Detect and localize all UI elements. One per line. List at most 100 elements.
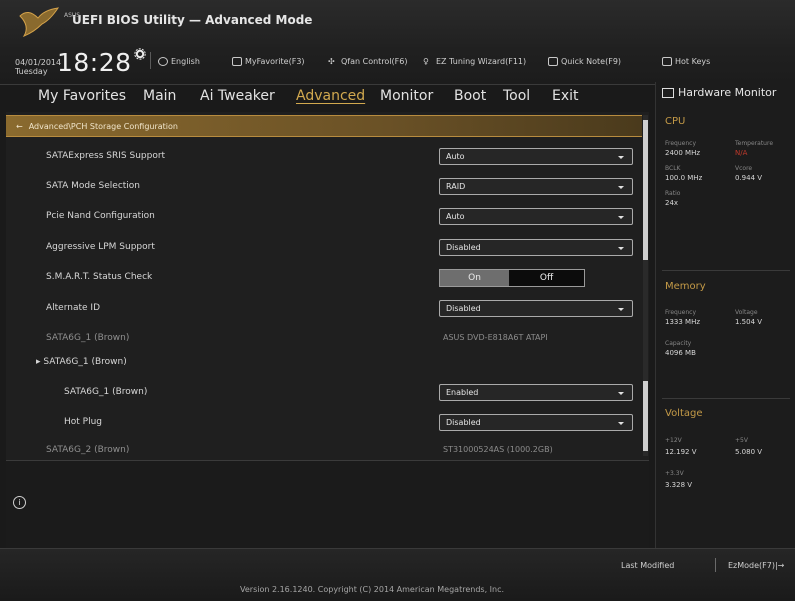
select-value: Auto bbox=[446, 152, 465, 161]
device-info: ST31000524AS (1000.2GB) bbox=[443, 445, 553, 454]
cpu-frequency: 2400 MHz bbox=[665, 149, 701, 157]
tab-main[interactable]: Main bbox=[143, 88, 176, 104]
setting-label: SATA6G_2 (Brown) bbox=[46, 445, 130, 455]
gear-icon[interactable] bbox=[134, 48, 146, 60]
expander-label[interactable]: ▸ SATA6G_1 (Brown) bbox=[36, 357, 127, 367]
setting-label: SATAExpress SRIS Support bbox=[46, 151, 166, 161]
rog-logo-icon bbox=[19, 7, 60, 38]
language-label: English bbox=[171, 56, 200, 66]
globe-icon bbox=[158, 56, 168, 66]
cpu-ratio: 24x bbox=[665, 199, 679, 207]
memory-frequency: 1333 MHz bbox=[665, 318, 701, 326]
myfavorite-button[interactable]: MyFavorite(F3) bbox=[232, 55, 305, 67]
chevron-down-icon bbox=[618, 308, 624, 311]
setting-row[interactable]: ▸ SATA6G_1 (Brown) bbox=[6, 348, 642, 378]
note-icon bbox=[548, 56, 558, 66]
sataexpress-sris-select[interactable]: Auto bbox=[439, 148, 633, 165]
hot-keys-label: Hot Keys bbox=[675, 56, 711, 66]
ezmode-button[interactable]: EzMode(F7)|→ bbox=[728, 561, 784, 570]
smart-status-toggle[interactable]: On Off bbox=[439, 269, 585, 287]
qfan-control-button[interactable]: ✣ Qfan Control(F6) bbox=[328, 55, 407, 67]
tab-my-favorites[interactable]: My Favorites bbox=[38, 88, 126, 104]
select-value: Disabled bbox=[446, 243, 481, 252]
date-text: 04/01/2014 bbox=[15, 58, 62, 67]
last-modified-button[interactable]: Last Modified bbox=[621, 561, 674, 570]
clock: 18:28 bbox=[57, 48, 132, 77]
app-title-text: UEFI BIOS Utility — Advanced Mode bbox=[72, 13, 313, 27]
cpu-bclk: 100.0 MHz bbox=[665, 174, 703, 182]
tab-ai-tweaker[interactable]: Ai Tweaker bbox=[200, 88, 275, 104]
setting-label: Alternate ID bbox=[46, 303, 100, 313]
date-display: 04/01/2014 Tuesday bbox=[15, 58, 61, 76]
header-divider bbox=[150, 52, 151, 69]
monitor-icon bbox=[662, 87, 674, 98]
tab-monitor[interactable]: Monitor bbox=[380, 88, 433, 104]
toggle-on-option[interactable]: On bbox=[440, 270, 510, 286]
setting-row: Aggressive LPM Support Disabled bbox=[6, 233, 642, 263]
expander-text: SATA6G_1 (Brown) bbox=[43, 357, 127, 367]
hw-label: Frequency bbox=[665, 140, 696, 147]
breadcrumb-text: Advanced\PCH Storage Configuration bbox=[28, 121, 178, 131]
quick-note-button[interactable]: Quick Note(F9) bbox=[548, 55, 621, 67]
setting-label: SATA6G_1 (Brown) bbox=[64, 387, 148, 397]
tab-tool[interactable]: Tool bbox=[503, 88, 530, 104]
pcie-nand-select[interactable]: Auto bbox=[439, 208, 633, 225]
memory-voltage: 1.504 V bbox=[735, 318, 763, 326]
divider bbox=[662, 270, 790, 271]
hw-label: +5V bbox=[735, 437, 748, 444]
favorite-icon bbox=[232, 56, 242, 66]
setting-row: Pcie Nand Configuration Auto bbox=[6, 202, 642, 232]
setting-label: SATA6G_1 (Brown) bbox=[46, 333, 130, 343]
app-title: ASUS UEFI BIOS Utility — Advanced Mode bbox=[64, 12, 313, 27]
setting-row: SATA Mode Selection RAID bbox=[6, 172, 642, 202]
hot-keys-button[interactable]: Hot Keys bbox=[662, 55, 710, 67]
hw-title-text: Hardware Monitor bbox=[678, 86, 777, 99]
setting-label: Pcie Nand Configuration bbox=[46, 211, 155, 221]
scrollbar[interactable] bbox=[643, 115, 648, 456]
info-icon: i bbox=[13, 496, 26, 509]
hw-label: +3.3V bbox=[665, 470, 684, 477]
select-value: Auto bbox=[446, 212, 465, 221]
sata6g1-port-select[interactable]: Enabled bbox=[439, 384, 633, 401]
hw-label: Voltage bbox=[735, 309, 758, 316]
setting-row: Alternate ID Disabled bbox=[6, 294, 642, 324]
toggle-off-option[interactable]: Off bbox=[509, 270, 584, 286]
hw-label: Vcore bbox=[735, 165, 753, 172]
chevron-down-icon bbox=[618, 422, 624, 425]
hotkeys-icon bbox=[662, 56, 672, 66]
memory-capacity: 4096 MB bbox=[665, 349, 696, 357]
sata-mode-select[interactable]: RAID bbox=[439, 178, 633, 195]
alternate-id-select[interactable]: Disabled bbox=[439, 300, 633, 317]
setting-row: SATAExpress SRIS Support Auto bbox=[6, 142, 642, 172]
device-info: ASUS DVD-E818A6T ATAPI bbox=[443, 333, 548, 342]
scrollbar-thumb[interactable] bbox=[643, 381, 648, 451]
setting-label: S.M.A.R.T. Status Check bbox=[46, 272, 153, 282]
chevron-down-icon bbox=[618, 216, 624, 219]
setting-row: S.M.A.R.T. Status Check On Off bbox=[6, 263, 642, 293]
day-text: Tuesday bbox=[15, 67, 48, 76]
language-button[interactable]: English bbox=[158, 55, 200, 67]
hw-label: Ratio bbox=[665, 190, 681, 197]
myfavorite-label: MyFavorite(F3) bbox=[245, 56, 305, 66]
hot-plug-select[interactable]: Disabled bbox=[439, 414, 633, 431]
footer-divider bbox=[715, 558, 716, 572]
select-value: Disabled bbox=[446, 418, 481, 427]
setting-label: SATA Mode Selection bbox=[46, 181, 141, 191]
hw-label: BCLK bbox=[665, 165, 681, 172]
fan-icon: ✣ bbox=[328, 56, 335, 66]
ez-tuning-wizard-button[interactable]: ♀ EZ Tuning Wizard(F11) bbox=[423, 55, 526, 67]
tab-exit[interactable]: Exit bbox=[552, 88, 579, 104]
back-arrow-icon[interactable]: ← bbox=[16, 122, 23, 131]
breadcrumb[interactable]: ← Advanced\PCH Storage Configuration bbox=[6, 115, 642, 137]
tab-boot[interactable]: Boot bbox=[454, 88, 486, 104]
divider bbox=[662, 398, 790, 399]
tab-advanced[interactable]: Advanced bbox=[296, 88, 365, 104]
memory-section-title: Memory bbox=[665, 281, 706, 292]
chevron-down-icon bbox=[618, 156, 624, 159]
cpu-temperature: N/A bbox=[735, 149, 748, 157]
chevron-down-icon bbox=[618, 247, 624, 250]
wizard-icon: ♀ bbox=[423, 56, 429, 66]
aggressive-lpm-select[interactable]: Disabled bbox=[439, 239, 633, 256]
hw-label: Temperature bbox=[735, 140, 774, 147]
scrollbar-thumb[interactable] bbox=[643, 120, 648, 260]
